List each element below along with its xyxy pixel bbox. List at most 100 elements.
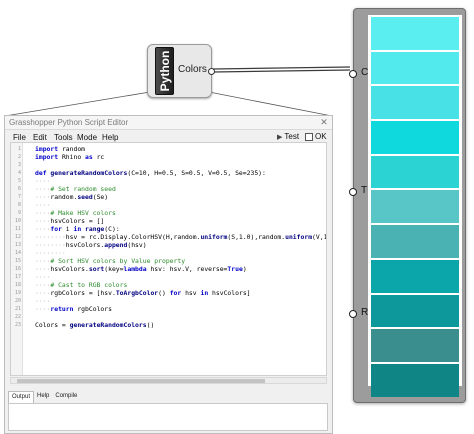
line-number: 10 — [14, 218, 21, 224]
code-token: (C=10, H=0.5, S=0.5, V=0.5, Se=235): — [127, 169, 266, 177]
code-line: 21 ····return rgbColors — [11, 305, 326, 313]
code-token: hsv = rc.Display.ColorHSV(H,random. — [65, 233, 201, 241]
component-nickname: Python — [157, 50, 172, 92]
code-token: ···· — [35, 281, 51, 289]
component-nickname-strip: Python — [155, 47, 174, 95]
code-text: ····for i in range(C): — [35, 225, 120, 233]
code-token: for — [50, 225, 62, 233]
code-text: ········hsv = rc.Display.ColorHSV(H,rand… — [35, 233, 327, 241]
code-token: range — [85, 225, 105, 233]
output-port[interactable] — [208, 68, 215, 75]
code-token: generateRandomColors — [69, 321, 147, 329]
line-number: 15 — [14, 258, 21, 264]
code-token: ···· — [35, 289, 51, 297]
code-line: 20 ···· — [11, 297, 326, 305]
code-token: append — [104, 241, 128, 249]
code-token: import — [35, 153, 59, 161]
test-button[interactable]: ▶ Test — [277, 132, 299, 141]
script-editor-window: Grasshopper Python Script Editor ✕ File … — [4, 115, 333, 434]
title-bar[interactable]: Grasshopper Python Script Editor ✕ — [5, 116, 332, 130]
line-number: 6 — [17, 186, 21, 192]
code-token: (Se) — [92, 193, 109, 201]
code-token: random — [58, 145, 86, 153]
code-text: ····rgbColors = [hsv.ToArgbColor() for h… — [35, 289, 251, 297]
horizontal-scrollbar[interactable] — [10, 377, 327, 384]
port-label-r: R — [361, 307, 369, 318]
python-component[interactable]: Python Colors — [147, 44, 215, 98]
code-token: # Set random seed — [50, 185, 116, 193]
color-swatch — [371, 121, 459, 154]
menu-file[interactable]: File — [13, 133, 26, 142]
line-number: 8 — [17, 202, 21, 208]
code-token: ···· — [35, 297, 51, 305]
tab-help[interactable]: Help — [34, 391, 52, 403]
swatch-panel[interactable]: C T R — [349, 8, 466, 403]
code-token: ) — [242, 265, 247, 273]
code-token: sort — [88, 265, 105, 273]
line-number: 4 — [17, 170, 21, 176]
color-swatch — [371, 86, 459, 120]
code-token: rgbColors = [hsv. — [50, 289, 116, 297]
code-text: ····# Cast to RGB colors — [35, 281, 127, 289]
code-token: () — [146, 321, 155, 329]
code-token: as — [85, 153, 93, 161]
code-token: uniform — [200, 233, 228, 241]
color-swatch — [371, 294, 459, 328]
color-swatch — [371, 363, 459, 397]
code-line: 17 ···· — [11, 273, 326, 281]
code-line: 5 ···· — [11, 177, 326, 185]
code-token: hsvColors. — [65, 241, 105, 249]
menu-mode[interactable]: Mode — [77, 133, 97, 142]
code-token: random. — [50, 193, 78, 201]
code-token: Rhino — [58, 153, 86, 161]
tab-output[interactable]: Output — [8, 391, 35, 403]
code-line: 13 ········hsvColors.append(hsv) — [11, 241, 326, 249]
line-number: 23 — [14, 322, 21, 328]
line-number: 14 — [14, 250, 21, 256]
play-icon: ▶ — [277, 133, 283, 141]
code-editor[interactable]: 1 import random 2 import Rhino as rc 3 4 def g… — [10, 142, 327, 376]
code-text: Colors = generateRandomColors() — [35, 321, 154, 329]
code-token: ToArgbColor — [115, 289, 159, 297]
menu-tools[interactable]: Tools — [54, 133, 73, 142]
input-port-t[interactable] — [349, 188, 357, 196]
code-token: import — [35, 145, 59, 153]
output-pane[interactable] — [8, 403, 328, 431]
ok-button[interactable]: OK — [305, 132, 327, 141]
menu-help[interactable]: Help — [102, 133, 118, 142]
color-swatch — [371, 225, 459, 258]
code-token: (C): — [104, 225, 120, 233]
color-swatch — [371, 329, 459, 362]
close-button[interactable]: ✕ — [319, 118, 329, 127]
tab-compile[interactable]: Compile — [52, 391, 80, 403]
code-token: hsvColors] — [208, 289, 251, 297]
code-token: ···· — [35, 209, 51, 217]
code-token: hsvColors = [] — [50, 217, 105, 225]
code-text: import Rhino as rc — [35, 153, 104, 161]
code-token: (V,1.0)) — [312, 233, 327, 241]
code-token: (hsv) — [127, 241, 147, 249]
input-port-r[interactable] — [349, 310, 357, 318]
scrollbar-thumb[interactable] — [17, 379, 265, 383]
code-token: return — [50, 305, 74, 313]
line-number: 16 — [14, 266, 21, 272]
input-port-c[interactable] — [349, 70, 357, 78]
menu-edit[interactable]: Edit — [33, 133, 47, 142]
code-token: (S,1.0),random. — [227, 233, 286, 241]
line-number: 11 — [14, 226, 21, 232]
code-text: ····random.seed(Se) — [35, 193, 108, 201]
code-text: ········ — [35, 249, 66, 257]
code-line: 2 import Rhino as rc — [11, 153, 326, 161]
code-token: generateRandomColors — [50, 169, 128, 177]
code-line: 7 ····random.seed(Se) — [11, 193, 326, 201]
code-token: ···· — [35, 177, 51, 185]
code-token: hsv — [181, 289, 201, 297]
color-swatch — [371, 155, 459, 189]
code-token: ···· — [35, 225, 51, 233]
code-line: 4 def generateRandomColors(C=10, H=0.5, S… — [11, 169, 326, 177]
code-token: rc — [92, 153, 105, 161]
code-line: 6 ····# Set random seed — [11, 185, 326, 193]
output-param-label: Colors — [178, 64, 207, 75]
bottom-tabs: Output Help Compile — [8, 391, 80, 403]
swatch-list — [368, 15, 462, 397]
